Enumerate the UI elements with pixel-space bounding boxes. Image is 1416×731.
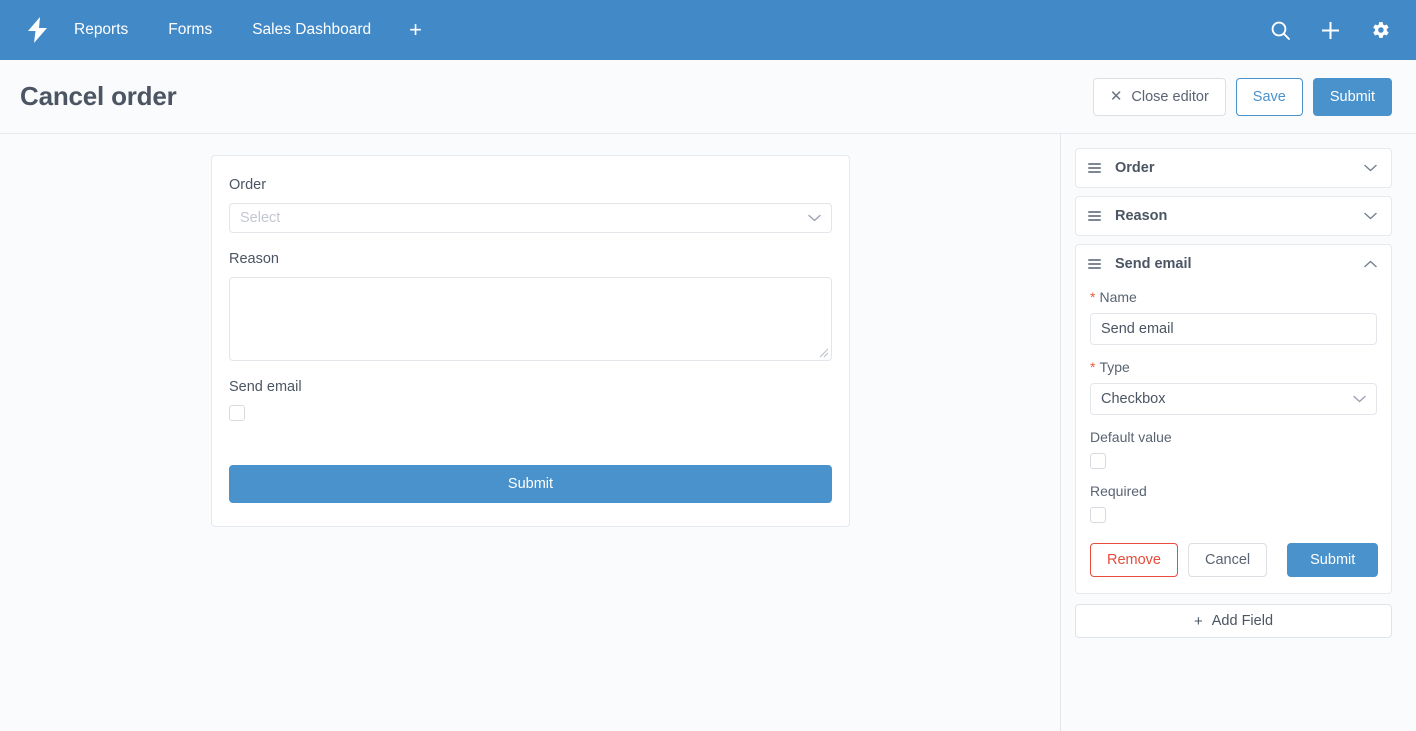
save-button[interactable]: Save (1235, 77, 1303, 116)
add-tab-button[interactable]: + (391, 0, 440, 60)
search-icon[interactable] (1266, 16, 1294, 44)
order-select[interactable]: Select (229, 203, 832, 233)
accordion-title-reason: Reason (1115, 208, 1168, 224)
chevron-up-icon[interactable] (1364, 260, 1377, 268)
editor-field-required: Required (1090, 483, 1377, 523)
preview-field-reason: Reason (229, 251, 832, 361)
nav-icon-group (1266, 16, 1394, 44)
plus-icon[interactable] (1316, 16, 1344, 44)
close-editor-label: Close editor (1131, 88, 1209, 105)
send-email-checkbox[interactable] (229, 405, 245, 421)
add-field-button[interactable]: + Add Field (1075, 604, 1392, 638)
form-preview-area: Order Select Reason Send email Submit (0, 134, 1061, 731)
editor-label-type-text: Type (1099, 359, 1130, 375)
accordion-header-reason[interactable]: Reason (1076, 197, 1391, 235)
field-editor-panel: * Name Send email * Type Checkbox Defaul… (1076, 283, 1391, 593)
header-actions: ✕ Close editor Save Submit (1092, 77, 1392, 116)
editor-label-name-text: Name (1099, 289, 1137, 305)
preview-label-reason: Reason (229, 251, 279, 267)
editor-label-type: * Type (1090, 359, 1377, 375)
submit-button[interactable]: Submit (1312, 77, 1392, 116)
required-checkbox[interactable] (1090, 507, 1106, 523)
editor-label-name: * Name (1090, 289, 1377, 305)
editor-field-type: * Type Checkbox (1090, 359, 1377, 415)
add-field-label: Add Field (1211, 613, 1274, 629)
field-list-sidebar: Order Reason Send email * Name Send emai… (1061, 134, 1416, 731)
nav-links: Reports Forms Sales Dashboard + (54, 0, 440, 60)
preview-label-order: Order (229, 177, 267, 193)
editor-field-default-value: Default value (1090, 429, 1377, 469)
name-input[interactable]: Send email (1090, 313, 1377, 345)
editor-actions: Remove Cancel Submit (1090, 543, 1379, 577)
nav-link-sales-dashboard[interactable]: Sales Dashboard (232, 0, 391, 60)
nav-link-forms[interactable]: Forms (148, 0, 232, 60)
close-editor-button[interactable]: ✕ Close editor (1092, 77, 1226, 116)
accordion-header-send-email[interactable]: Send email (1076, 245, 1391, 283)
default-value-checkbox[interactable] (1090, 453, 1106, 469)
drag-handle-icon[interactable] (1088, 162, 1101, 174)
plus-icon: + (1193, 612, 1203, 630)
nav-link-reports[interactable]: Reports (54, 0, 148, 60)
gear-icon[interactable] (1366, 16, 1394, 44)
preview-submit-button[interactable]: Submit (229, 465, 832, 503)
resize-handle-icon[interactable] (819, 348, 829, 358)
lightning-bolt-icon[interactable] (20, 17, 54, 43)
accordion-item-reason: Reason (1075, 196, 1392, 236)
type-select-value: Checkbox (1101, 391, 1166, 407)
drag-handle-icon[interactable] (1088, 210, 1101, 222)
chevron-down-icon[interactable] (1364, 212, 1377, 220)
accordion-title-order: Order (1115, 160, 1155, 176)
preview-label-send-email: Send email (229, 379, 302, 395)
chevron-down-icon[interactable] (1364, 164, 1377, 172)
remove-button[interactable]: Remove (1090, 543, 1178, 577)
type-select[interactable]: Checkbox (1090, 383, 1377, 415)
editor-label-required: Required (1090, 483, 1147, 499)
required-asterisk: * (1090, 359, 1096, 375)
chevron-down-icon (808, 214, 821, 222)
editor-label-default-value: Default value (1090, 429, 1172, 445)
chevron-down-icon (1353, 395, 1366, 403)
drag-handle-icon[interactable] (1088, 258, 1101, 270)
top-navigation-bar: Reports Forms Sales Dashboard + (0, 0, 1416, 60)
accordion-title-send-email: Send email (1115, 256, 1192, 272)
editor-submit-button[interactable]: Submit (1287, 543, 1379, 577)
form-preview-card: Order Select Reason Send email Submit (211, 155, 850, 527)
preview-field-order: Order Select (229, 177, 832, 233)
order-select-placeholder: Select (240, 210, 281, 226)
editor-field-name: * Name Send email (1090, 289, 1377, 345)
preview-field-send-email: Send email (229, 379, 832, 421)
accordion-header-order[interactable]: Order (1076, 149, 1391, 187)
required-asterisk: * (1090, 289, 1096, 305)
reason-textarea[interactable] (229, 277, 832, 361)
close-x-icon: ✕ (1109, 88, 1123, 105)
cancel-button[interactable]: Cancel (1188, 543, 1268, 577)
page-header: Cancel order ✕ Close editor Save Submit (0, 60, 1416, 134)
accordion-item-order: Order (1075, 148, 1392, 188)
page-title: Cancel order (20, 81, 177, 111)
accordion-item-send-email: Send email * Name Send email * Type Chec… (1075, 244, 1392, 594)
body-wrapper: Order Select Reason Send email Submit Or… (0, 134, 1416, 731)
